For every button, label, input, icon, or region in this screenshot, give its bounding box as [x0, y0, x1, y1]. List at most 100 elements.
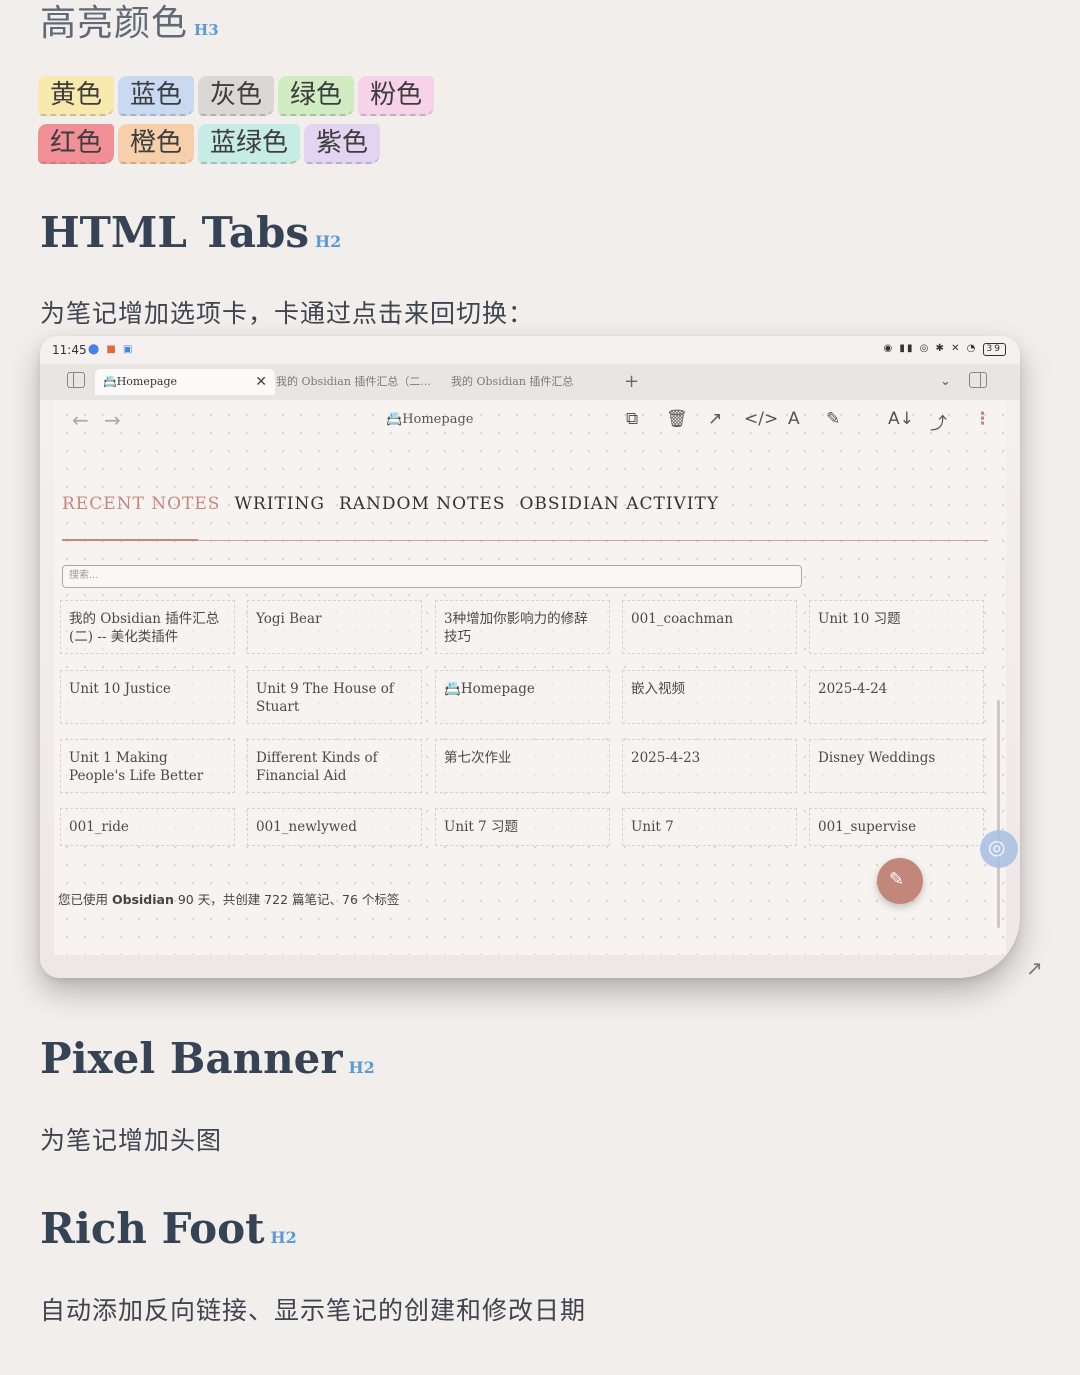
note-card[interactable]: Unit 10 Justice [60, 670, 235, 724]
note-card-title: Disney Weddings [818, 750, 936, 766]
highlight-heading-text: 高亮颜色 [40, 3, 189, 44]
highlight-chip: 橙色 [118, 124, 195, 164]
note-card-title: 001_supervise [818, 819, 917, 835]
floating-search-button[interactable]: ◎ [980, 830, 1018, 868]
note-tab[interactable]: RANDOM NOTES [339, 494, 506, 514]
note-card[interactable]: Unit 7 [622, 808, 797, 846]
usage-stats-post: 90 天，共创建 722 篇笔记、76 个标签 [173, 892, 400, 907]
note-card[interactable]: 001_supervise [809, 808, 984, 846]
tab-plugin-summary-2[interactable]: 我的 Obsidian 插件汇总（二... [276, 369, 432, 395]
note-card-title: 3种增加你影响力的修辞技巧 [444, 611, 588, 645]
scrollbar[interactable] [997, 700, 1000, 928]
active-tab-indicator [62, 539, 198, 541]
note-card-title: 2025-4-23 [631, 750, 701, 766]
tab-underline [62, 540, 988, 541]
note-card[interactable]: Unit 10 习题 [809, 600, 984, 654]
right-sidebar-toggle-icon[interactable] [969, 372, 987, 388]
pencil-icon: ✎ [889, 869, 905, 890]
share-icon[interactable]: ⤴ [930, 409, 947, 434]
heading-level-tag: H2 [270, 1228, 297, 1247]
note-tabs: RECENT NOTES WRITING RANDOM NOTES OBSIDIAN … [62, 494, 733, 514]
note-card-title: 嵌入视频 [631, 681, 685, 697]
note-card[interactable]: 我的 Obsidian 插件汇总(二) -- 美化类插件 [60, 600, 235, 654]
note-card-title: 001_coachman [631, 611, 734, 627]
note-card-title: 2025-4-24 [818, 681, 888, 697]
highlight-heading: 高亮颜色 H3 [40, 0, 219, 46]
note-card[interactable]: Different Kinds of Financial Aid [247, 739, 422, 793]
heading-level-tag: H2 [315, 232, 342, 251]
html-tabs-heading: HTML Tabs H2 [40, 208, 341, 257]
tab-label: Homepage [116, 375, 178, 388]
note-card[interactable]: Disney Weddings [809, 739, 984, 793]
note-card-title: 第七次作业 [444, 750, 512, 766]
note-card[interactable]: Unit 9 The House of Stuart [247, 670, 422, 724]
new-tab-icon[interactable]: + [624, 369, 639, 395]
note-card[interactable]: 📇Homepage [435, 670, 610, 724]
tab-bar: 📇Homepage ✕ 我的 Obsidian 插件汇总（二... 我的 Obs… [40, 364, 1020, 400]
edit-pencil-icon[interactable]: ✎ [826, 409, 840, 429]
homepage-icon: 📇 [386, 412, 403, 427]
forward-arrow-icon[interactable]: → [104, 408, 121, 432]
note-tab[interactable]: RECENT NOTES [62, 494, 220, 514]
note-card-title: Homepage [460, 681, 535, 697]
note-tab[interactable]: OBSIDIAN ACTIVITY [520, 494, 720, 514]
note-card[interactable]: 001_coachman [622, 600, 797, 654]
tab-homepage[interactable]: 📇Homepage ✕ [95, 369, 275, 395]
note-card[interactable]: 2025-4-23 [622, 739, 797, 793]
more-options-icon[interactable]: ⋮ [974, 409, 991, 429]
heading-level-tag: H3 [194, 21, 219, 39]
outline-icon[interactable]: ⧉ [626, 409, 638, 429]
usage-stats-app: Obsidian [111, 892, 174, 907]
homepage-icon: 📇 [444, 681, 461, 697]
note-card[interactable]: 001_ride [60, 808, 235, 846]
note-card[interactable]: 嵌入视频 [622, 670, 797, 724]
left-sidebar-toggle-icon[interactable] [67, 372, 85, 388]
note-card[interactable]: Yogi Bear [247, 600, 422, 654]
search-icon: ◎ [988, 835, 1006, 859]
note-card-title: Unit 7 [631, 819, 674, 835]
highlight-chip: 蓝色 [118, 76, 195, 116]
status-system-icons: ◉ ▮▮ ◎ ✱ ✕ ◔ 39 [884, 343, 1006, 356]
expand-arrow-icon[interactable]: ↗ [1026, 956, 1043, 980]
spellcheck-icon[interactable]: A [788, 409, 800, 429]
rich-foot-description: 自动添加反向链接、显示笔记的创建和修改日期 [40, 1296, 587, 1325]
close-tab-icon[interactable]: ✕ [255, 369, 267, 395]
tab-plugin-summary[interactable]: 我的 Obsidian 插件汇总 [451, 369, 601, 395]
status-time: 11:45 [52, 343, 87, 357]
homepage-icon: 📇 [103, 375, 117, 388]
note-card[interactable]: 2025-4-24 [809, 670, 984, 724]
font-size-icon[interactable]: A↓ [888, 409, 914, 429]
battery-icon: 39 [982, 343, 1006, 356]
heading-level-tag: H2 [348, 1058, 375, 1077]
source-code-icon[interactable]: </> [744, 409, 778, 429]
obsidian-screenshot: 11:45 ⬤ ■ ▣ ◉ ▮▮ ◎ ✱ ✕ ◔ 39 📇Homepage ✕ … [40, 336, 1020, 978]
note-card[interactable]: 第七次作业 [435, 739, 610, 793]
back-arrow-icon[interactable]: ← [72, 408, 89, 432]
pixel-banner-heading-text: Pixel Banner [40, 1034, 343, 1083]
html-tabs-description: 为笔记增加选项卡，卡通过点击来回切换： [40, 299, 535, 328]
note-card-title: Unit 10 习题 [818, 611, 901, 627]
highlight-chip: 红色 [38, 124, 115, 164]
note-card[interactable]: 001_newlywed [247, 808, 422, 846]
view-title[interactable]: 📇Homepage [386, 412, 473, 427]
highlight-chip: 绿色 [278, 76, 355, 116]
note-card-title: 001_newlywed [256, 819, 357, 835]
note-view: ← → 📇Homepage ⧉ 🗑 ↗ </> A ✎ A↓ ⤴ ⋮ RECEN… [54, 400, 1006, 955]
trash-icon[interactable]: 🗑 [666, 409, 688, 429]
note-card-title: 我的 Obsidian 插件汇总(二) -- 美化类插件 [69, 611, 220, 645]
open-external-icon[interactable]: ↗ [708, 409, 722, 429]
usage-stats: 您已使用 Obsidian 90 天，共创建 722 篇笔记、76 个标签 [58, 889, 399, 908]
note-card[interactable]: Unit 7 习题 [435, 808, 610, 846]
rich-foot-heading-text: Rich Foot [40, 1204, 265, 1253]
note-card-title: Yogi Bear [256, 611, 322, 627]
new-note-button[interactable]: ✎ [877, 858, 923, 904]
note-card[interactable]: Unit 1 Making People's Life Better [60, 739, 235, 793]
status-notification-icons: ⬤ ■ ▣ [88, 344, 135, 355]
usage-stats-pre: 您已使用 [58, 892, 112, 907]
tab-list-chevron-icon[interactable]: ⌄ [940, 369, 951, 395]
note-card[interactable]: 3种增加你影响力的修辞技巧 [435, 600, 610, 654]
view-header: ← → 📇Homepage ⧉ 🗑 ↗ </> A ✎ A↓ ⤴ ⋮ [54, 400, 1006, 440]
search-input[interactable]: 搜索... [62, 565, 802, 588]
note-tab[interactable]: WRITING [234, 494, 325, 514]
note-card-title: Different Kinds of Financial Aid [256, 750, 378, 784]
